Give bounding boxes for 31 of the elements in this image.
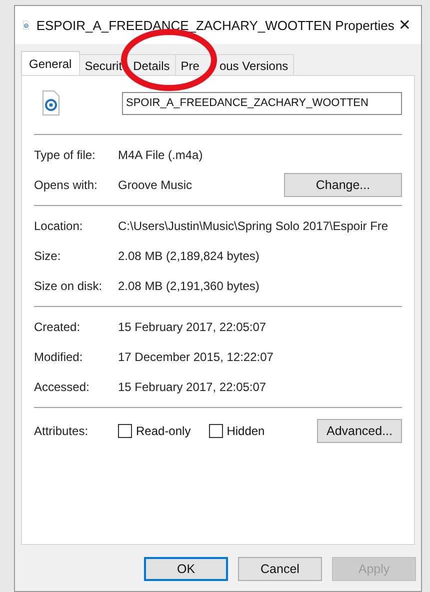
field-value: 15 February 2017, 22:05:07 bbox=[118, 320, 268, 334]
field-label: Opens with: bbox=[34, 178, 98, 192]
field-value: 2.08 MB (2,189,824 bytes) bbox=[118, 249, 260, 263]
field-value: C:\Users\Justin\Music\Spring Solo 2017\Espoir Fre bbox=[118, 219, 390, 233]
window-title: ESPOIR_A_FREEDANCE_ZACHARY_WOOTTEN Properties bbox=[36, 18, 394, 32]
field-label: Attributes: bbox=[34, 424, 90, 438]
change-button[interactable]: Change... bbox=[284, 173, 402, 197]
close-button[interactable]: ✕ bbox=[394, 14, 415, 36]
advanced-button[interactable]: Advanced... bbox=[317, 419, 402, 443]
checkbox-label[interactable]: Read-only bbox=[136, 424, 191, 438]
file-icon bbox=[42, 90, 60, 116]
field-value: 15 February 2017, 22:05:07 bbox=[118, 380, 268, 394]
field-label: Location: bbox=[34, 219, 84, 233]
field-label: Created: bbox=[34, 320, 82, 334]
field-label: Size: bbox=[34, 249, 62, 263]
checkbox-label[interactable]: Hidden bbox=[226, 424, 265, 438]
field-value: 2.08 MB (2,191,360 bytes) bbox=[118, 279, 260, 293]
checkbox[interactable] bbox=[208, 424, 223, 438]
field-value: M4A File (.m4a) bbox=[118, 148, 204, 162]
field-label: Size on disk: bbox=[34, 279, 104, 293]
file-name-field[interactable]: SPOIR_A_FREEDANCE_ZACHARY_WOOTTEN bbox=[122, 92, 402, 114]
field-label: Accessed: bbox=[34, 380, 90, 394]
field-label: Type of file: bbox=[34, 148, 96, 162]
field-value: 17 December 2015, 12:22:07 bbox=[118, 350, 274, 364]
ok-button[interactable]: OK bbox=[144, 557, 228, 581]
field-value: Groove Music bbox=[118, 178, 194, 192]
cancel-button[interactable]: Cancel bbox=[238, 557, 322, 581]
checkbox[interactable] bbox=[118, 424, 132, 438]
tab[interactable]: General bbox=[21, 51, 80, 75]
field-label: Modified: bbox=[34, 350, 84, 364]
tab[interactable]: Pre ous Versions bbox=[174, 54, 294, 75]
